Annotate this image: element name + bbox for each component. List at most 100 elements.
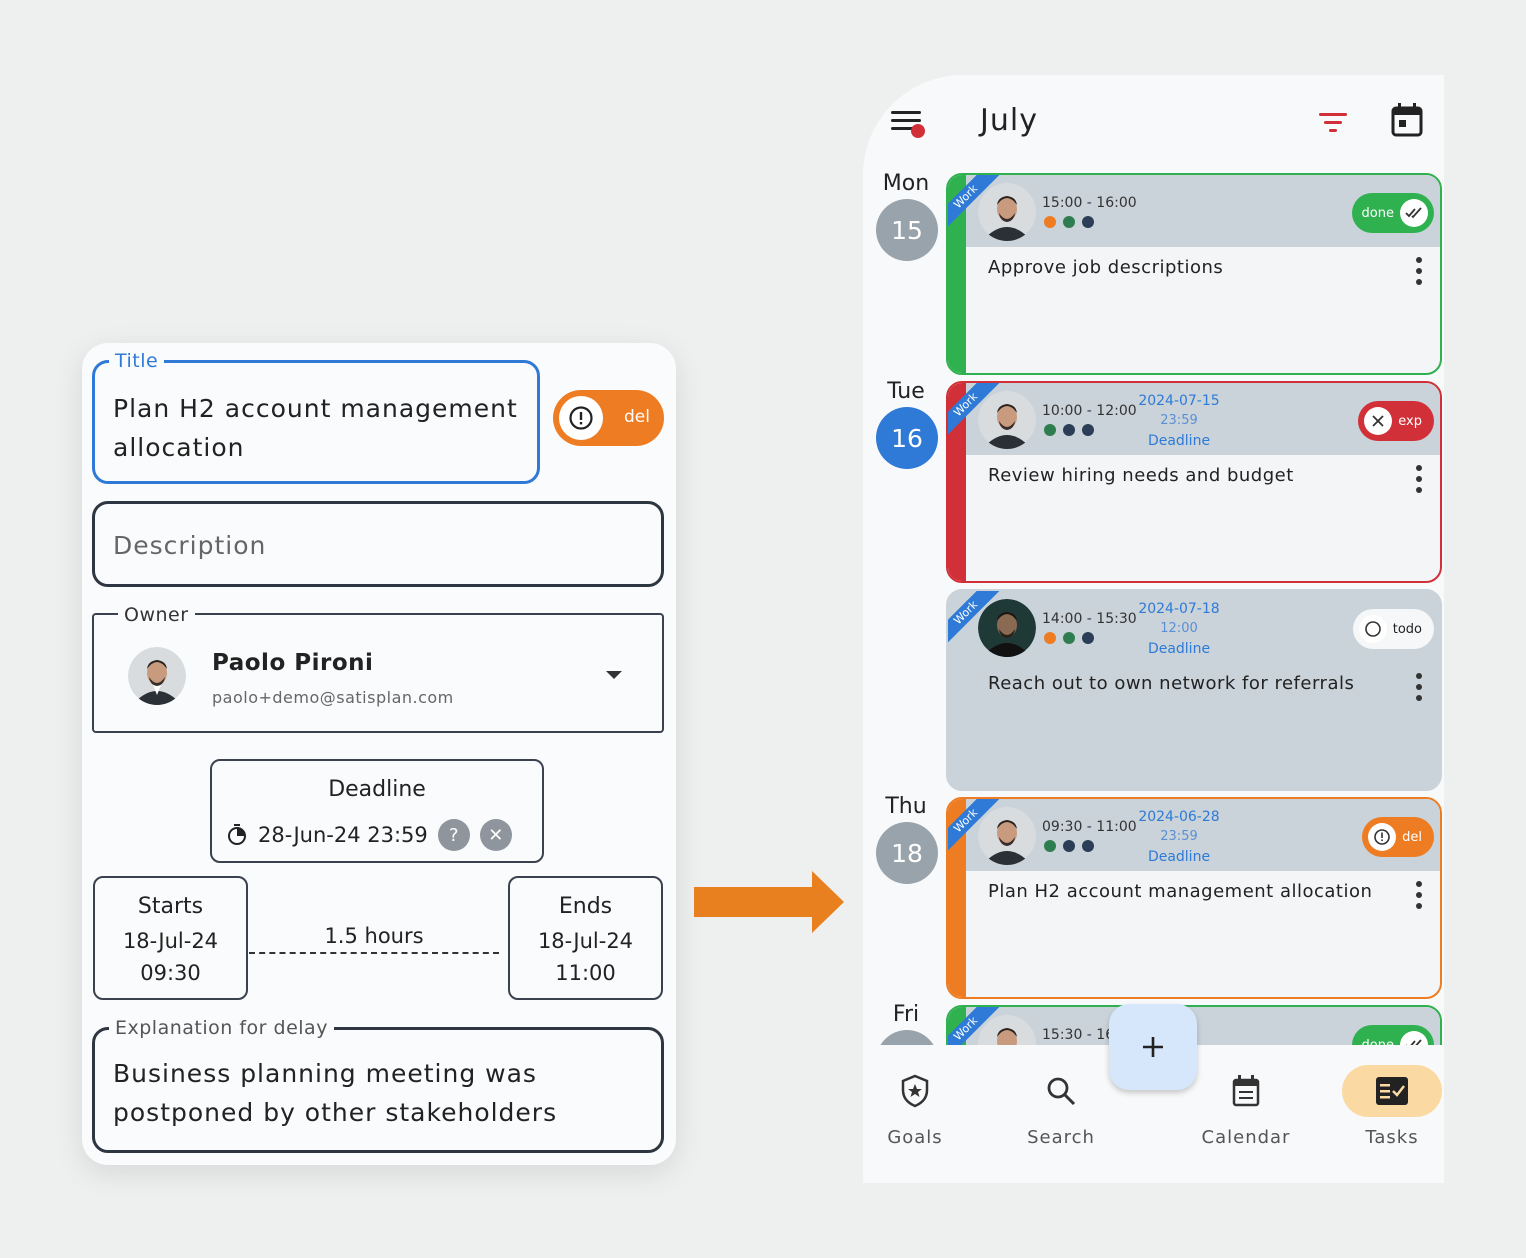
status-label: todo bbox=[1392, 621, 1422, 637]
description-field[interactable]: Description bbox=[92, 501, 664, 587]
clear-icon[interactable]: ✕ bbox=[479, 819, 512, 851]
task-card[interactable]: Work 09:30 - 11:00 2024-06-28 23:59 Deadli… bbox=[946, 797, 1442, 999]
owner-legend: Owner bbox=[118, 604, 195, 626]
avatar bbox=[978, 391, 1036, 449]
starts-title: Starts bbox=[137, 894, 204, 919]
filter-icon[interactable] bbox=[1319, 111, 1349, 135]
task-card[interactable]: Work 10:00 - 12:00 2024-07-15 23:59 Deadli… bbox=[946, 381, 1442, 583]
status-toggle-done[interactable]: done bbox=[1351, 193, 1434, 233]
close-icon bbox=[1364, 407, 1393, 435]
nav-label: Tasks bbox=[1365, 1127, 1419, 1148]
avatar bbox=[978, 807, 1036, 865]
plus-icon bbox=[1143, 1037, 1163, 1057]
arrow-right-icon bbox=[694, 871, 844, 933]
day-label: Tue bbox=[887, 379, 925, 404]
day-number[interactable]: 15 bbox=[876, 199, 938, 261]
deadline-value: 28-Jun-24 23:59 bbox=[258, 823, 428, 847]
calendar-icon bbox=[1191, 1065, 1301, 1117]
status-toggle-exp[interactable]: exp bbox=[1358, 401, 1434, 441]
status-label: done bbox=[1361, 205, 1394, 221]
calendar-icon[interactable] bbox=[1391, 103, 1423, 137]
more-vert-icon[interactable] bbox=[1416, 257, 1422, 290]
alert-icon bbox=[559, 396, 603, 440]
ends-date: 18-Jul-24 bbox=[537, 929, 634, 953]
duration-line bbox=[249, 952, 499, 954]
add-task-button[interactable] bbox=[1109, 1004, 1197, 1090]
priority-dots bbox=[1044, 216, 1094, 228]
task-time: 15:00 - 16:00 bbox=[1042, 195, 1137, 211]
shield-star-icon bbox=[863, 1065, 970, 1117]
task-deadline: 2024-06-28 23:59 Deadline bbox=[1138, 809, 1220, 865]
avatar bbox=[978, 599, 1036, 657]
status-label: exp bbox=[1398, 413, 1422, 429]
priority-dots bbox=[1044, 840, 1094, 852]
notification-dot bbox=[911, 124, 925, 138]
nav-label: Search bbox=[1027, 1127, 1095, 1148]
more-vert-icon[interactable] bbox=[1416, 673, 1422, 706]
search-icon bbox=[1006, 1065, 1116, 1117]
owner-select[interactable]: Owner Paolo Pironi paolo+demo@satisplan.… bbox=[92, 604, 664, 733]
priority-dots bbox=[1044, 424, 1094, 436]
help-icon[interactable]: ? bbox=[437, 819, 470, 851]
day-label: Fri bbox=[892, 1002, 920, 1027]
deadline-box[interactable]: Deadline 28-Jun-24 23:59 ? ✕ bbox=[210, 759, 544, 863]
alert-icon bbox=[1368, 823, 1397, 851]
owner-email: paolo+demo@satisplan.com bbox=[212, 688, 454, 707]
circle-icon bbox=[1358, 615, 1387, 643]
avatar bbox=[128, 647, 186, 705]
title-field[interactable]: Title Plan H2 account management allocat… bbox=[92, 350, 540, 484]
title-legend: Title bbox=[109, 350, 165, 372]
ends-time: 11:00 bbox=[555, 961, 616, 985]
ends-box[interactable]: Ends 18-Jul-24 11:00 bbox=[508, 876, 663, 1000]
ends-title: Ends bbox=[558, 894, 613, 919]
phone-screen: July Mon 15 Tue 16 Thu 18 Fri Work 15:00… bbox=[863, 75, 1444, 1183]
starts-time: 09:30 bbox=[140, 961, 201, 985]
more-vert-icon[interactable] bbox=[1416, 465, 1422, 498]
task-time: 09:30 - 11:00 bbox=[1042, 819, 1137, 835]
day-number[interactable]: 18 bbox=[876, 822, 938, 884]
day-label: Thu bbox=[885, 794, 927, 819]
deadline-title: Deadline bbox=[328, 777, 426, 802]
task-card[interactable]: Work 15:00 - 16:00 done Approve job desc… bbox=[946, 173, 1442, 375]
explanation-legend: Explanation for delay bbox=[109, 1017, 334, 1039]
task-edit-form: Title Plan H2 account management allocat… bbox=[82, 343, 676, 1165]
task-card[interactable]: Work 14:00 - 15:30 2024-07-18 12:00 Deadli… bbox=[946, 589, 1442, 791]
status-toggle-todo[interactable]: todo bbox=[1352, 609, 1434, 649]
priority-dots bbox=[1044, 632, 1094, 644]
double-check-icon bbox=[1400, 199, 1428, 227]
chevron-down-icon[interactable] bbox=[606, 671, 622, 679]
nav-label: Goals bbox=[887, 1127, 943, 1148]
status-toggle-del[interactable]: del bbox=[1362, 817, 1434, 857]
nav-calendar[interactable]: Calendar bbox=[1191, 1065, 1301, 1148]
task-name: Reach out to own network for referrals bbox=[988, 673, 1355, 694]
timer-icon bbox=[228, 824, 246, 845]
task-name: Plan H2 account management allocation bbox=[988, 881, 1373, 902]
task-name: Review hiring needs and budget bbox=[988, 465, 1294, 486]
task-time: 10:00 - 12:00 bbox=[1042, 403, 1137, 419]
title-value[interactable]: Plan H2 account management allocation bbox=[113, 389, 533, 467]
owner-name: Paolo Pironi bbox=[212, 650, 374, 676]
day-label: Mon bbox=[882, 171, 930, 196]
avatar bbox=[978, 183, 1036, 241]
description-placeholder: Description bbox=[113, 531, 267, 560]
tasks-icon bbox=[1342, 1065, 1442, 1117]
starts-box[interactable]: Starts 18-Jul-24 09:30 bbox=[93, 876, 248, 1000]
explanation-value[interactable]: Business planning meeting was postponed … bbox=[113, 1054, 653, 1132]
task-deadline: 2024-07-15 23:59 Deadline bbox=[1138, 393, 1220, 449]
page-title: July bbox=[980, 103, 1038, 138]
nav-goals[interactable]: Goals bbox=[863, 1065, 970, 1148]
status-label: del bbox=[1402, 829, 1422, 845]
explanation-field[interactable]: Explanation for delay Business planning … bbox=[92, 1017, 664, 1153]
day-number-selected[interactable]: 16 bbox=[876, 407, 938, 469]
more-vert-icon[interactable] bbox=[1416, 881, 1422, 914]
nav-search[interactable]: Search bbox=[1006, 1065, 1116, 1148]
starts-date: 18-Jul-24 bbox=[122, 929, 219, 953]
nav-label: Calendar bbox=[1201, 1127, 1291, 1148]
nav-tasks[interactable]: Tasks bbox=[1337, 1065, 1444, 1148]
task-deadline: 2024-07-18 12:00 Deadline bbox=[1138, 601, 1220, 657]
duration-label: 1.5 hours bbox=[324, 924, 424, 948]
task-time: 14:00 - 15:30 bbox=[1042, 611, 1137, 627]
task-name: Approve job descriptions bbox=[988, 257, 1224, 278]
status-label: del bbox=[624, 407, 650, 427]
status-toggle-del[interactable]: del bbox=[553, 390, 664, 446]
